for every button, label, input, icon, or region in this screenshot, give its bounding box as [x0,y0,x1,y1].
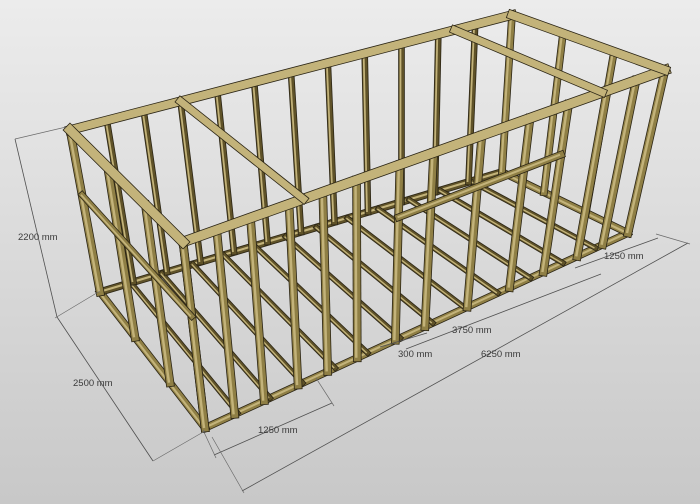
front-wall-stud [352,175,362,363]
height-label: 2200 mm [18,232,58,243]
door-gap-label: 300 mm [398,349,432,360]
timber-frame-drawing: 2200 mm 2500 mm 1250 mm 300 mm 3750 mm 6… [0,0,700,504]
width-label: 2500 mm [73,378,113,389]
front-section-label: 1250 mm [258,425,298,436]
back-wall-stud [361,49,372,216]
total-length-label: 6250 mm [481,349,521,360]
front-wall-stud [390,160,405,345]
front-wall-stud [318,187,333,376]
rear-section-label: 1250 mm [604,251,644,262]
middle-section-label: 3750 mm [452,325,492,336]
